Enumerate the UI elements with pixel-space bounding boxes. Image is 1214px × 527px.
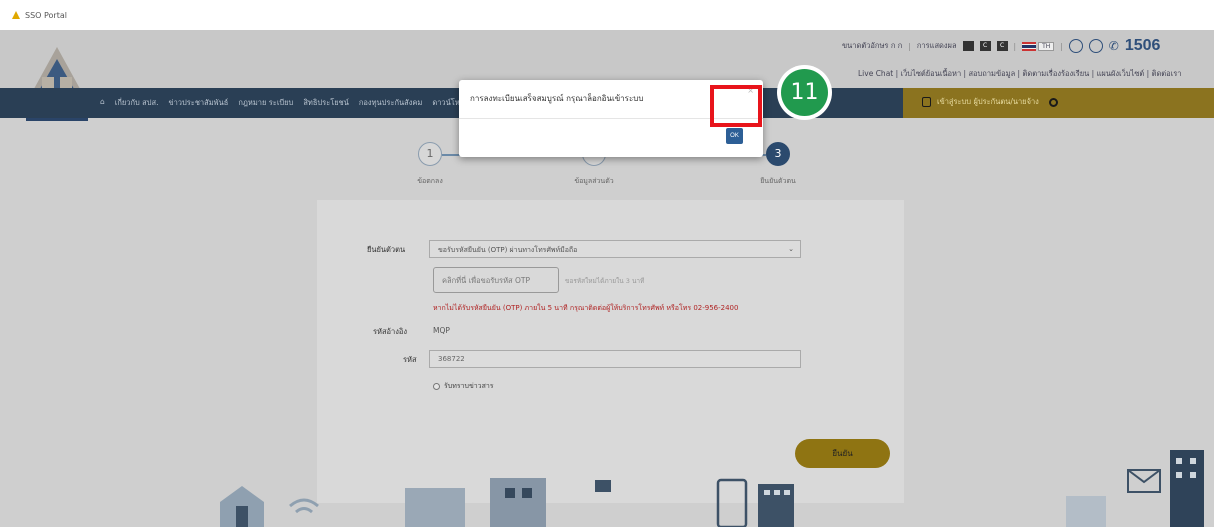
step-label-1: ข้อตกลง: [417, 177, 443, 185]
step-circle-1: 1: [418, 142, 442, 166]
display-mode-label: การแสดงผล: [916, 41, 957, 50]
nav-item-law[interactable]: กฎหมาย ระเบียบ: [238, 97, 293, 109]
verify-method-label: ยืนยันตัวตน: [367, 245, 406, 254]
otp-code-label: รหัส: [403, 355, 417, 364]
facebook-icon[interactable]: [1088, 39, 1103, 53]
news-consent-checkbox[interactable]: รับทราบข่าวสาร: [433, 381, 494, 392]
radio-icon: [433, 383, 440, 390]
login-label: เข้าสู่ระบบ ผู้ประกันตน/นายจ้าง: [937, 97, 1039, 106]
language-selector[interactable]: TH: [1022, 41, 1055, 51]
sso-favicon-icon: [12, 11, 20, 19]
otp-note: ขอรหัสใหม่ได้ภายใน 3 นาที: [565, 277, 645, 285]
verify-method-value: ขอรับรหัสยืนยัน (OTP) ผ่านทางโทรศัพท์มือ…: [438, 246, 578, 254]
browser-tab-bar: SSO Portal: [0, 0, 1214, 30]
thai-flag-icon: [1022, 41, 1037, 51]
sso-page: ขนาดตัวอักษร ก ก | การแสดงผล C C | TH | …: [0, 30, 1214, 527]
hotline-number[interactable]: 1506: [1125, 37, 1161, 55]
font-size-control[interactable]: ขนาดตัวอักษร ก ก: [842, 40, 902, 52]
step-number-badge: 11: [777, 65, 832, 120]
contrast-c-button[interactable]: C: [979, 41, 991, 51]
step-circle-3: 3: [766, 142, 790, 166]
language-code: TH: [1038, 41, 1055, 51]
ok-button[interactable]: OK: [726, 128, 743, 144]
step-number: 11: [781, 69, 828, 116]
header-links[interactable]: Live Chat | เว็บไซต์ย้อนเนื้อหา | สอบถาม…: [858, 68, 1182, 80]
otp-code-input[interactable]: 368722: [429, 350, 801, 368]
chevron-down-icon: ⌄: [788, 245, 794, 253]
nav-item-about[interactable]: เกี่ยวกับ สปส.: [115, 97, 159, 109]
ok-highlight-box: [710, 85, 762, 127]
nav-item-news[interactable]: ข่าวประชาสัมพันธ์: [168, 97, 228, 109]
ref-code-value: MQP: [433, 326, 450, 335]
otp-code-value: 368722: [438, 355, 465, 363]
house-wifi-illustration: [220, 486, 319, 527]
phone-building-illustration: [716, 478, 794, 527]
otp-error-note: หากไม่ได้รับรหัสยืนยัน (OTP) ภายใน 5 นาท…: [433, 304, 739, 312]
request-otp-button[interactable]: คลิกที่นี่ เพื่อขอรับรหัส OTP: [433, 267, 559, 293]
header-utilities: ขนาดตัวอักษร ก ก | การแสดงผล C C | TH | …: [842, 37, 1161, 55]
lock-icon: [922, 97, 931, 107]
city-illustration: [220, 450, 1204, 527]
step-label-3: ยืนยันตัวตน: [760, 177, 796, 185]
browser-tab-title[interactable]: SSO Portal: [25, 11, 67, 20]
news-consent-label: รับทราบข่าวสาร: [444, 382, 494, 390]
verify-method-select[interactable]: ขอรับรหัสยืนยัน (OTP) ผ่านทางโทรศัพท์มือ…: [429, 240, 801, 258]
phone-icon: ✆: [1108, 39, 1119, 53]
step-label-2: ข้อมูลส่วนตัว: [574, 177, 614, 185]
search-icon[interactable]: [1048, 97, 1058, 107]
buildings-illustration: [405, 478, 611, 527]
dialog-message: การลงทะเบียนเสร็จสมบูรณ์ กรุณาล็อกอินเข้…: [470, 94, 644, 103]
tower-mail-illustration: [1066, 450, 1204, 527]
contrast-dark-button[interactable]: [962, 41, 974, 51]
ref-code-label: รหัสอ้างอิง: [373, 327, 408, 336]
screenshot-root: SSO Portal ขนาดตัวอักษร ก ก | การแสดงผล …: [0, 0, 1214, 527]
nav-item-fund[interactable]: กองทุนประกันสังคม: [359, 97, 422, 109]
line-icon[interactable]: [1068, 39, 1083, 53]
login-link[interactable]: เข้าสู่ระบบ ผู้ประกันตน/นายจ้าง: [922, 96, 1058, 108]
contrast-c2-button[interactable]: C: [996, 41, 1008, 51]
nav-items: ⌂ เกี่ยวกับ สปส. ข่าวประชาสัมพันธ์ กฎหมา…: [100, 97, 484, 109]
home-icon[interactable]: ⌂: [100, 97, 105, 109]
nav-item-benefits[interactable]: สิทธิประโยชน์: [303, 97, 349, 109]
